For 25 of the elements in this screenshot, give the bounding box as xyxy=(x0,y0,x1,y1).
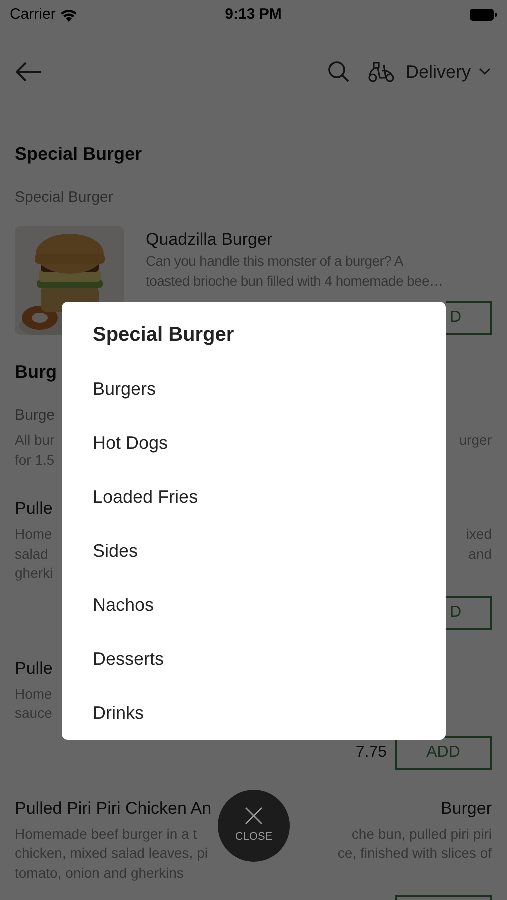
category-item[interactable]: Desserts xyxy=(62,632,446,686)
item-title: Burger xyxy=(440,798,492,820)
category-item[interactable]: Loaded Fries xyxy=(62,470,446,524)
chevron-down-icon xyxy=(479,68,491,76)
battery-icon xyxy=(470,9,497,21)
close-button[interactable]: CLOSE xyxy=(218,790,290,862)
status-time: 9:13 PM xyxy=(225,4,282,25)
item-title: Quadzilla Burger xyxy=(146,229,274,251)
category-item[interactable]: Nachos xyxy=(62,578,446,632)
section-heading: Special Burger xyxy=(15,142,142,166)
item-price: 7.75 xyxy=(356,742,387,762)
category-item[interactable]: Sides xyxy=(62,524,446,578)
wifi-icon xyxy=(60,8,78,22)
scooter-icon xyxy=(368,61,396,83)
close-icon xyxy=(245,806,263,825)
category-item[interactable]: Burgers xyxy=(62,362,446,416)
carrier-name: Carrier xyxy=(10,4,56,25)
category-item[interactable]: Hot Dogs xyxy=(62,416,446,470)
item-title: Pulled Piri Piri Chicken An xyxy=(15,798,212,820)
item-title: Pulle xyxy=(15,498,53,520)
section-heading: Burg xyxy=(15,360,57,384)
search-icon[interactable] xyxy=(328,61,350,83)
category-item[interactable]: Special Burger xyxy=(62,308,446,362)
back-arrow-icon[interactable] xyxy=(16,62,42,82)
item-title: Pulle xyxy=(15,658,53,680)
